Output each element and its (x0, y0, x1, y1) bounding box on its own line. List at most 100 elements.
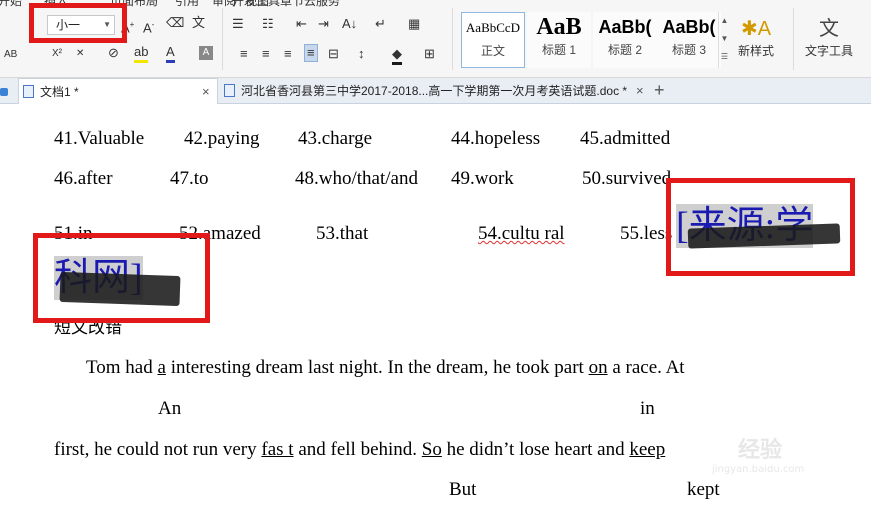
clear-format-icon[interactable]: ⌫ (166, 15, 184, 31)
style-name: 标题 2 (607, 43, 642, 57)
answer-42: 42.paying (184, 128, 260, 149)
correction-an: An (158, 398, 182, 419)
font-effects-icon[interactable]: AB (4, 47, 17, 63)
style-name: 标题 3 (671, 43, 706, 57)
document-icon (23, 85, 34, 98)
answer-50: 50.survived (582, 168, 672, 189)
style-preview: AaBbCcD (465, 20, 521, 35)
align-right-icon[interactable]: ≡ (284, 46, 292, 62)
decrease-indent-icon[interactable]: ⇤ (296, 16, 307, 32)
line-spacing-icon[interactable]: ↕ (358, 46, 365, 62)
passage-text: and fell behind. (293, 439, 422, 460)
passage-text: interesting dream last night. In the dre… (165, 357, 589, 378)
answer-47: 47.to (170, 168, 209, 189)
passage-line-1: Tom had a interesting dream last night. … (86, 357, 685, 379)
passage-text: first, he could not run very (54, 439, 262, 460)
passage-text: a race. At (607, 357, 685, 378)
answer-54: 54.cultu ral (478, 223, 565, 244)
passage-line-2: first, he could not run very fas t and f… (54, 439, 665, 461)
text-tools-label: 文字工具 (805, 44, 854, 58)
answer-44: 44.hopeless (451, 128, 541, 149)
error-mark: keep (629, 439, 666, 460)
answer-55: 55.less (620, 223, 673, 244)
menu-references[interactable]: 引用 (175, 0, 199, 9)
justify-icon[interactable]: ≡ (304, 44, 318, 62)
style-preview: AaBb( (598, 17, 652, 37)
char-shading-icon[interactable]: ⊘ (108, 45, 119, 61)
watermark-url: jingyan.baidu.com (712, 464, 805, 475)
annotation-box-font-size (29, 3, 127, 43)
sort-icon[interactable]: A↓ (342, 16, 357, 32)
borders-icon[interactable]: ⊞ (424, 46, 435, 62)
numbering-icon[interactable]: ☷ (262, 16, 274, 32)
font-color-icon[interactable]: A (166, 44, 175, 63)
annotation-box-source-tag (666, 178, 855, 276)
style-heading-2[interactable]: AaBb( 标题 2 (593, 12, 657, 68)
style-preview: AaBb( (662, 17, 716, 37)
shrink-font-icon[interactable]: A- (143, 17, 154, 36)
style-normal[interactable]: AaBbCcD 正文 (461, 12, 525, 68)
gallery-scroll[interactable]: ▲ ▼ ☰ (718, 12, 730, 68)
watermark-text: 经验 (738, 438, 783, 463)
passage-text: Tom had (86, 357, 158, 378)
error-mark: a (157, 357, 166, 378)
style-gallery: AaBbCcD 正文 AaB 标题 1 AaBb( 标题 2 AaBb( 标题 … (459, 10, 731, 72)
style-name: 标题 1 (541, 43, 576, 57)
superscript-icon[interactable]: X² (52, 46, 62, 62)
document-icon (224, 84, 235, 97)
table-icon[interactable]: ▦ (408, 16, 420, 32)
tab-title: 文档1 * (40, 85, 79, 99)
ribbon-toolbar: 开始 插入 页面布局 引用 审阅 视图 章节 开发工具 云服务 小一 ▼ A+ … (0, 0, 871, 78)
ribbon-separator (452, 8, 453, 70)
text-tools-icon: 文 (819, 18, 839, 40)
ribbon-separator (222, 8, 223, 70)
answer-49: 49.work (451, 168, 514, 189)
new-style-label: 新样式 (738, 44, 775, 58)
ribbon-separator (793, 8, 794, 70)
new-tab-button[interactable]: + (654, 78, 665, 104)
answer-41: 41.Valuable (54, 128, 145, 149)
shading-icon[interactable]: ◆ (392, 46, 402, 65)
tab-title: 河北省香河县第三中学2017-2018...高一下学期第一次月考英语试题.doc… (241, 84, 628, 98)
highlight-icon[interactable]: ab (134, 44, 149, 63)
document-tab-bar: 文档1 * × 河北省香河县第三中学2017-2018...高一下学期第一次月考… (0, 78, 871, 104)
error-mark: So (421, 439, 442, 460)
style-preview: AaB (536, 14, 582, 40)
subscript-icon[interactable]: ✕ (76, 46, 84, 62)
new-style-icon: ✱A (740, 18, 772, 40)
tab-document1[interactable]: 文档1 * × (18, 78, 218, 104)
align-left-icon[interactable]: ≡ (240, 46, 248, 62)
answer-43: 43.charge (298, 128, 373, 149)
menu-section[interactable]: 章节 (280, 0, 304, 9)
answer-46: 46.after (54, 168, 113, 189)
answer-48: 48.who/that/and (295, 168, 418, 189)
passage-text: he didn’t lose heart and (441, 439, 630, 460)
close-icon[interactable]: × (202, 79, 210, 105)
answer-45: 45.admitted (580, 128, 671, 149)
menu-developer[interactable]: 开发工具 (232, 0, 280, 9)
phonetic-guide-icon[interactable]: 文 (192, 15, 205, 31)
style-heading-3[interactable]: AaBb( 标题 3 (657, 12, 721, 68)
correction-kept: kept (687, 479, 720, 500)
distributed-icon[interactable]: ⊟ (328, 46, 339, 62)
menu-row: 开始 插入 页面布局 引用 审阅 视图 章节 开发工具 云服务 (0, 0, 871, 9)
char-border-icon[interactable]: A (199, 46, 213, 60)
correction-but: But (449, 479, 477, 500)
error-mark: fas t (261, 439, 294, 460)
menu-home[interactable]: 开始 (0, 0, 22, 9)
show-marks-icon[interactable]: ↵ (375, 16, 386, 32)
annotation-box-source-tag-2 (33, 233, 210, 323)
text-tools-button[interactable]: 文 文字工具 (805, 16, 853, 59)
style-name: 正文 (480, 44, 505, 58)
increase-indent-icon[interactable]: ⇥ (318, 16, 329, 32)
style-heading-1[interactable]: AaB 标题 1 (527, 12, 591, 68)
cloud-icon[interactable] (0, 78, 10, 104)
correction-in: in (640, 398, 655, 419)
align-center-icon[interactable]: ≡ (262, 46, 270, 62)
new-style-button[interactable]: ✱A 新样式 (738, 16, 774, 59)
tab-exam-document[interactable]: 河北省香河县第三中学2017-2018...高一下学期第一次月考英语试题.doc… (224, 78, 650, 104)
bullets-icon[interactable]: ☰ (232, 16, 244, 32)
close-icon[interactable]: × (636, 78, 644, 104)
error-mark: on (588, 357, 608, 378)
menu-cloud[interactable]: 云服务 (304, 0, 340, 9)
